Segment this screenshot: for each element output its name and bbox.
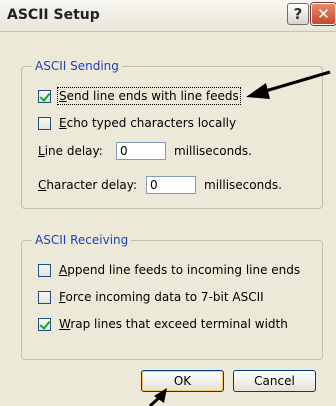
send-line-ends-checkbox[interactable] — [38, 89, 51, 103]
char-delay-label: Character delay: — [38, 178, 138, 192]
line-delay-unit: milliseconds. — [174, 144, 252, 158]
close-icon[interactable]: ✕ — [311, 3, 336, 25]
line-delay-input[interactable] — [116, 142, 166, 160]
char-delay-input[interactable] — [146, 176, 196, 194]
char-delay-unit: milliseconds. — [204, 178, 282, 192]
char-delay-row: Character delay: milliseconds. — [38, 176, 282, 194]
wrap-lines-checkbox-row[interactable]: Wrap lines that exceed terminal width — [38, 317, 288, 331]
window-title: ASCII Setup — [7, 7, 100, 23]
append-lf-label: Append line feeds to incoming line ends — [59, 263, 301, 277]
group-legend-sending: ASCII Sending — [32, 59, 122, 73]
echo-chars-checkbox[interactable] — [38, 116, 51, 130]
force-7bit-checkbox[interactable] — [38, 290, 51, 304]
append-lf-checkbox[interactable] — [38, 263, 51, 277]
help-icon[interactable]: ? — [287, 3, 309, 25]
wrap-lines-label: Wrap lines that exceed terminal width — [59, 317, 288, 331]
echo-chars-checkbox-row[interactable]: Echo typed characters locally — [38, 116, 236, 130]
group-legend-receiving: ASCII Receiving — [32, 233, 132, 247]
line-delay-label: Line delay: — [38, 144, 103, 158]
echo-chars-label: Echo typed characters locally — [59, 116, 237, 130]
send-line-ends-checkbox-row[interactable]: Send line ends with line feeds — [38, 87, 241, 105]
ok-button[interactable]: OK — [141, 370, 224, 392]
force-7bit-checkbox-row[interactable]: Force incoming data to 7-bit ASCII — [38, 290, 264, 304]
arrow-to-ok-button — [148, 394, 163, 406]
force-7bit-label: Force incoming data to 7-bit ASCII — [59, 290, 264, 304]
send-line-ends-label: Send line ends with line feeds — [57, 87, 241, 105]
line-delay-row: Line delay: milliseconds. — [38, 142, 252, 160]
wrap-lines-checkbox[interactable] — [38, 317, 51, 331]
title-bar: ASCII Setup ? ✕ — [0, 0, 336, 32]
ascii-setup-dialog: ASCII Setup ? ✕ ASCII Sending Send line … — [0, 0, 336, 406]
cancel-button[interactable]: Cancel — [233, 370, 316, 392]
append-lf-checkbox-row[interactable]: Append line feeds to incoming line ends — [38, 263, 300, 277]
